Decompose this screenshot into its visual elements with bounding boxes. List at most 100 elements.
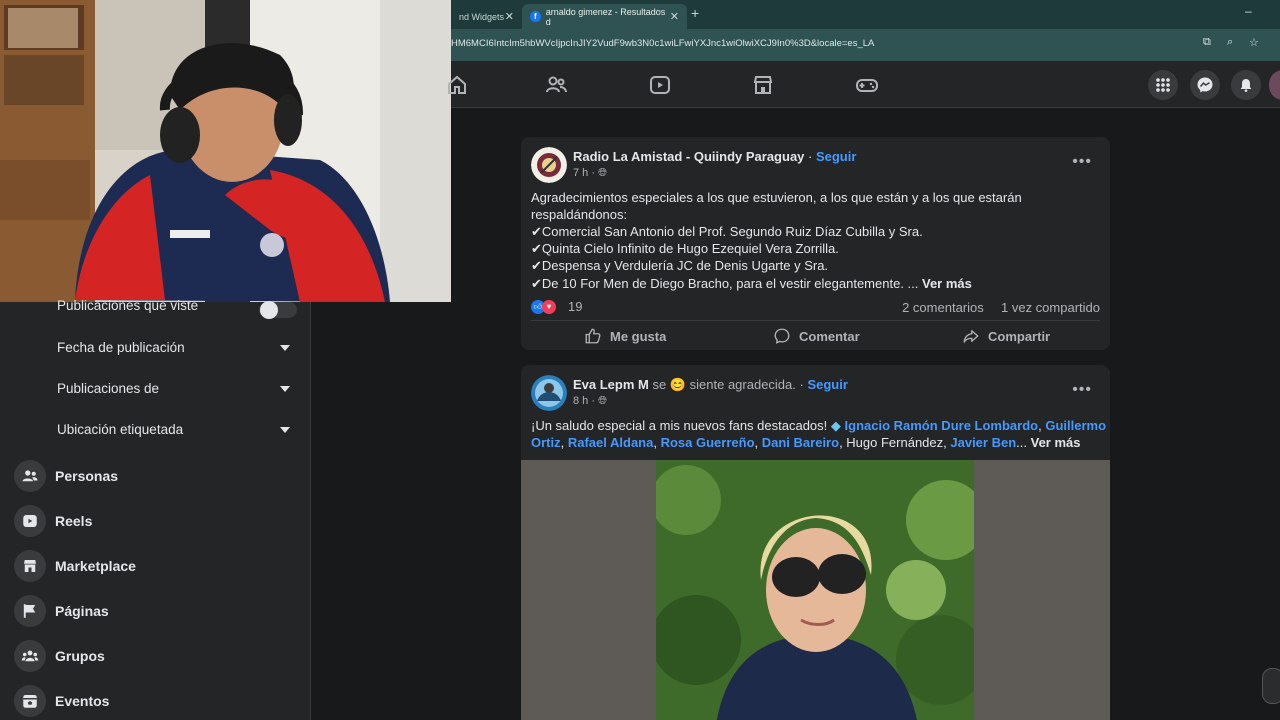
screen: nd Widgets ✕ f arnaldo gimenez - Resulta… xyxy=(0,0,1280,720)
sidebar-item-reels[interactable]: Reels xyxy=(14,505,92,537)
comments-count[interactable]: 2 comentarios xyxy=(902,300,984,315)
author-name[interactable]: Radio La Amistad - Quiindy Paraguay xyxy=(573,149,804,164)
like-button[interactable]: Me gusta xyxy=(584,323,666,349)
filter-label: Fecha de publicación xyxy=(57,340,185,355)
reaction-count: 19 xyxy=(568,299,583,314)
post-time[interactable]: 8 h · xyxy=(573,395,595,407)
fan-link[interactable]: Dani Bareiro xyxy=(762,435,839,450)
post-time[interactable]: 7 h · xyxy=(573,167,595,179)
globe-icon: 🌐︎ xyxy=(598,395,607,407)
facebook-top-nav xyxy=(448,61,1280,108)
sidebar-item-personas[interactable]: Personas xyxy=(14,460,118,492)
fan-link[interactable]: Guillermo xyxy=(1045,418,1106,433)
separator: · xyxy=(804,149,816,164)
fan-link[interactable]: Ortiz xyxy=(531,435,561,450)
profile-avatar[interactable] xyxy=(1269,70,1280,100)
tab-widgets[interactable]: nd Widgets ✕ xyxy=(451,4,522,29)
smile-emoji-icon: 😊 xyxy=(669,377,687,392)
separator: · xyxy=(795,377,808,392)
home-icon[interactable] xyxy=(445,73,469,97)
toggle-knob xyxy=(260,301,278,319)
divider xyxy=(531,320,1100,321)
tab-title: nd Widgets xyxy=(459,11,505,22)
more-options-icon[interactable]: ••• xyxy=(1072,153,1092,171)
minimize-icon[interactable]: – xyxy=(1245,4,1252,18)
share-label: Compartir xyxy=(988,328,1051,344)
globe-icon: 🌐︎ xyxy=(598,167,607,179)
calendar-icon xyxy=(14,685,46,717)
avatar[interactable] xyxy=(531,375,567,411)
post-text-line: ✔Despensa y Verdulería JC de Denis Ugart… xyxy=(531,258,829,273)
post-text-last-line: ✔De 10 For Men de Diego Bracho, para el … xyxy=(531,275,972,293)
sidebar-item-grupos[interactable]: Grupos xyxy=(14,640,105,672)
url-text: HM6MCI6IntcIm5hbWVcIjpcInJIY2VudF9wb3N0c… xyxy=(451,38,875,49)
filter-label: Publicaciones que viste xyxy=(57,298,199,313)
comment-button[interactable]: Comentar xyxy=(773,323,860,349)
avatar[interactable] xyxy=(531,147,567,183)
share-icon xyxy=(963,330,979,343)
fan-name: Hugo Fernández xyxy=(846,435,944,450)
follow-link[interactable]: Seguir xyxy=(816,149,856,164)
groups-icon xyxy=(14,640,46,672)
messenger-icon[interactable] xyxy=(1190,70,1220,100)
facebook-favicon-icon: f xyxy=(530,11,541,22)
cast-icon[interactable]: ⧉ xyxy=(1203,36,1211,49)
caret-down-icon xyxy=(280,427,290,433)
fan-link[interactable]: Ignacio Ramón Dure Lombardo xyxy=(845,418,1039,433)
comment-icon xyxy=(774,328,790,344)
post-text-line: Ortiz, Rafael Aldana, Rosa Guerreño, Dan… xyxy=(531,434,1080,452)
see-more-link[interactable]: Ver más xyxy=(922,276,972,291)
fan-link[interactable]: Rafael Aldana xyxy=(568,435,654,450)
post-photo-area[interactable] xyxy=(521,460,1110,720)
fan-link[interactable]: Javier Ben xyxy=(950,435,1016,450)
ellipsis: ... xyxy=(1016,435,1027,450)
thumbs-up-icon xyxy=(585,328,601,344)
menu-grid-icon[interactable] xyxy=(1148,70,1178,100)
webcam-overlay xyxy=(0,0,451,302)
scroll-button[interactable] xyxy=(1262,668,1280,704)
comma: , xyxy=(560,435,568,450)
browser-tab-bar: nd Widgets ✕ f arnaldo gimenez - Resulta… xyxy=(451,0,1280,29)
feed-post: Eva Lepm M se 😊 siente agradecida. · Seg… xyxy=(521,365,1110,720)
marketplace-icon[interactable] xyxy=(751,73,775,97)
gaming-icon[interactable] xyxy=(855,73,879,97)
caret-down-icon xyxy=(280,386,290,392)
tab-facebook-search[interactable]: f arnaldo gimenez - Resultados d ✕ xyxy=(522,4,687,29)
seen-posts-toggle[interactable] xyxy=(259,301,297,319)
close-icon[interactable]: ✕ xyxy=(505,10,514,23)
feeling-text: siente agradecida. xyxy=(689,377,796,392)
zoom-icon[interactable]: ⌕ xyxy=(1227,36,1233,49)
fan-link[interactable]: Rosa Guerreño xyxy=(661,435,755,450)
address-bar[interactable]: HM6MCI6IntcIm5hbWVcIjpcInJIY2VudF9wb3N0c… xyxy=(451,29,1280,58)
plus-icon[interactable]: + xyxy=(691,5,699,21)
shop-icon xyxy=(14,550,46,582)
share-button[interactable]: Compartir xyxy=(962,323,1050,349)
search-filters-sidebar: Publicaciones que viste Fecha de publica… xyxy=(0,298,311,720)
shares-count[interactable]: 1 vez compartido xyxy=(1001,300,1100,315)
post-header: Radio La Amistad - Quiindy Paraguay · Se… xyxy=(573,149,856,164)
post-photo[interactable] xyxy=(656,460,974,720)
post-text-line: ✔Quinta Cielo Infinito de Hugo Ezequiel … xyxy=(531,241,839,256)
video-icon[interactable] xyxy=(648,73,672,97)
feeling-prefix: se xyxy=(648,377,670,392)
post-header: Eva Lepm M se 😊 siente agradecida. · Seg… xyxy=(573,377,848,393)
webcam-image xyxy=(0,0,451,302)
tab-title: arnaldo gimenez - Resultados d xyxy=(545,6,666,27)
star-icon[interactable]: ☆ xyxy=(1249,36,1259,49)
see-more-link[interactable]: Ver más xyxy=(1031,435,1081,450)
bell-icon[interactable] xyxy=(1231,70,1261,100)
post-text-line: ¡Un saludo especial a mis nuevos fans de… xyxy=(531,417,1106,435)
filter-seen-posts[interactable]: Publicaciones que viste xyxy=(0,298,311,324)
follow-link[interactable]: Seguir xyxy=(807,377,847,392)
friends-icon[interactable] xyxy=(544,73,568,97)
reaction-summary[interactable]: 👍︎ ♥ 19 xyxy=(531,299,582,314)
sidebar-item-label: Marketplace xyxy=(55,558,136,574)
sidebar-item-label: Personas xyxy=(55,468,119,484)
sidebar-item-marketplace[interactable]: Marketplace xyxy=(14,550,136,582)
engagement-counts: 2 comentarios 1 vez compartido xyxy=(902,300,1100,315)
close-icon[interactable]: ✕ xyxy=(670,10,679,23)
sidebar-item-eventos[interactable]: Eventos xyxy=(14,685,109,717)
more-options-icon[interactable]: ••• xyxy=(1072,381,1092,399)
author-name[interactable]: Eva Lepm M xyxy=(573,377,649,392)
sidebar-item-paginas[interactable]: Páginas xyxy=(14,595,109,627)
